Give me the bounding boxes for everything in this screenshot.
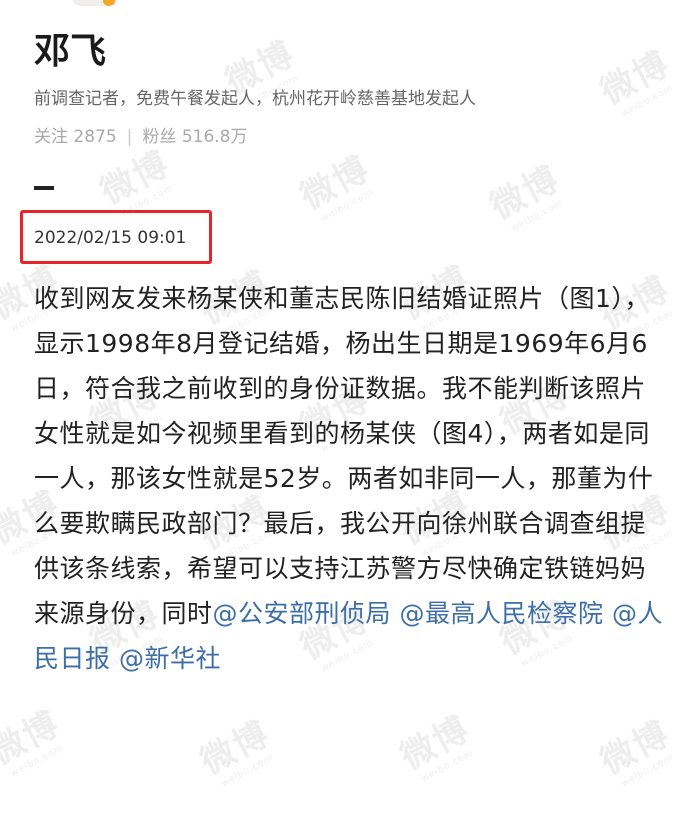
followers-count: 516.8万 <box>181 127 248 147</box>
post-body: 收到网友发来杨某侠和董志民陈旧结婚证照片（图1），显示1998年8月登记结婚，杨… <box>34 276 664 681</box>
following-count: 2875 <box>73 127 117 147</box>
mention-link[interactable]: @公安部刑侦局 <box>213 599 392 628</box>
watermark-4: 微博 weibo.com <box>294 148 377 225</box>
following-stat[interactable]: 关注 2875 <box>34 127 117 147</box>
followers-label: 粉丝 <box>142 127 177 147</box>
watermark-23: 微博 weibo.com <box>594 713 677 790</box>
post-timestamp[interactable]: 2022/02/15 09:01 <box>34 228 186 248</box>
profile-name[interactable]: 邓飞 <box>34 22 106 74</box>
followers-stat[interactable]: 粉丝 516.8万 <box>142 127 247 147</box>
profile-stats: 关注 2875 | 粉丝 516.8万 <box>34 122 247 147</box>
watermark-5: 微博 weibo.com <box>484 158 567 235</box>
watermark-20: 微博 weibo.com <box>0 703 67 780</box>
watermark-22: 微博 weibo.com <box>394 708 477 785</box>
following-label: 关注 <box>34 127 68 147</box>
watermark-21: 微博 weibo.com <box>194 713 277 790</box>
divider-dash <box>34 186 54 190</box>
post-text: 收到网友发来杨某侠和董志民陈旧结婚证照片（图1），显示1998年8月登记结婚，杨… <box>34 284 654 628</box>
watermark-2: 微博 weibo.com <box>594 43 677 120</box>
verified-badge-icon <box>103 0 115 6</box>
stats-separator: | <box>126 127 133 147</box>
mention-link[interactable]: @新华社 <box>119 644 221 673</box>
profile-bio: 前调查记者，免费午餐发起人，杭州花开岭慈善基地发起人 <box>34 89 476 109</box>
mention-link[interactable]: @最高人民检察院 <box>399 599 603 628</box>
